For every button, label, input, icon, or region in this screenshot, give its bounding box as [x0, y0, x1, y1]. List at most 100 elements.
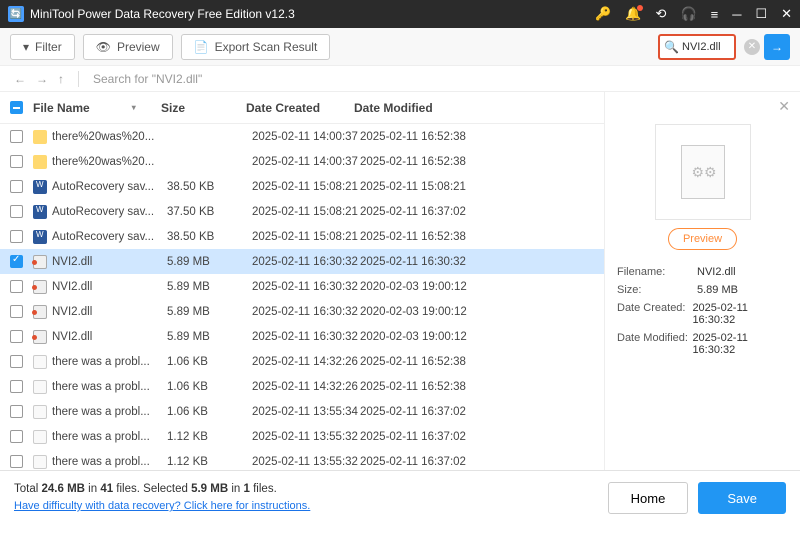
toolbar: ▾Filter 👁Preview 📄Export Scan Result 🔍 ✕…: [0, 28, 800, 66]
table-row[interactable]: AutoRecovery sav...38.50 KB2025-02-11 15…: [0, 174, 604, 199]
file-name: there was a probl...: [52, 381, 167, 393]
word-icon: [33, 205, 47, 219]
file-name: there was a probl...: [52, 406, 167, 418]
nav-up-icon[interactable]: ↑: [58, 72, 64, 86]
export-button[interactable]: 📄Export Scan Result: [181, 34, 331, 60]
row-checkbox[interactable]: [10, 305, 23, 318]
file-date-modified: 2025-02-11 16:52:38: [360, 156, 510, 168]
row-checkbox[interactable]: [10, 355, 23, 368]
export-icon: 📄: [194, 40, 209, 54]
close-icon[interactable]: ✕: [781, 6, 792, 22]
table-row[interactable]: NVI2.dll5.89 MB2025-02-11 16:30:322025-0…: [0, 249, 604, 274]
preview-file-button[interactable]: Preview: [668, 228, 737, 250]
table-row[interactable]: there was a probl...1.06 KB2025-02-11 14…: [0, 349, 604, 374]
col-date-created[interactable]: Date Created: [246, 101, 354, 115]
row-checkbox[interactable]: [10, 405, 23, 418]
close-preview-icon[interactable]: ✕: [778, 98, 790, 115]
file-date-modified: 2025-02-11 16:52:38: [360, 231, 510, 243]
select-all-checkbox[interactable]: [10, 101, 23, 114]
table-row[interactable]: AutoRecovery sav...38.50 KB2025-02-11 15…: [0, 224, 604, 249]
maximize-icon[interactable]: ☐: [755, 6, 767, 22]
meta-size-value: 5.89 MB: [697, 284, 738, 296]
help-link[interactable]: Have difficulty with data recovery? Clic…: [14, 500, 310, 512]
file-icon: [33, 355, 47, 369]
home-button[interactable]: Home: [608, 482, 689, 514]
table-row[interactable]: AutoRecovery sav...37.50 KB2025-02-11 15…: [0, 199, 604, 224]
file-name: AutoRecovery sav...: [52, 206, 167, 218]
file-size: 5.89 MB: [167, 256, 252, 268]
file-list: File Name▾ Size Date Created Date Modifi…: [0, 92, 605, 470]
clear-search-icon[interactable]: ✕: [744, 39, 760, 55]
file-size: 1.06 KB: [167, 381, 252, 393]
row-checkbox[interactable]: [10, 205, 23, 218]
file-date-modified: 2020-02-03 19:00:12: [360, 306, 510, 318]
file-icon: [33, 455, 47, 469]
file-name: there was a probl...: [52, 431, 167, 443]
dll-icon: [33, 330, 47, 344]
meta-filename-label: Filename:: [617, 266, 697, 278]
col-size[interactable]: Size: [161, 101, 246, 115]
save-button[interactable]: Save: [698, 482, 786, 514]
file-date-created: 2025-02-11 15:08:21: [252, 181, 360, 193]
sort-indicator-icon: ▾: [132, 103, 136, 112]
eye-icon: 👁: [96, 40, 111, 54]
row-checkbox[interactable]: [10, 330, 23, 343]
col-date-modified[interactable]: Date Modified: [354, 101, 504, 115]
file-size: 5.89 MB: [167, 331, 252, 343]
sync-icon[interactable]: ⟲: [656, 6, 667, 22]
minimize-icon[interactable]: ─: [732, 7, 741, 22]
table-row[interactable]: there was a probl...1.12 KB2025-02-11 13…: [0, 424, 604, 449]
row-checkbox[interactable]: [10, 430, 23, 443]
table-header: File Name▾ Size Date Created Date Modifi…: [0, 92, 604, 124]
table-row[interactable]: NVI2.dll5.89 MB2025-02-11 16:30:322020-0…: [0, 324, 604, 349]
row-checkbox[interactable]: [10, 455, 23, 468]
file-name: NVI2.dll: [52, 331, 167, 343]
row-checkbox[interactable]: [10, 155, 23, 168]
file-icon: [33, 380, 47, 394]
bell-icon[interactable]: 🔔: [625, 6, 641, 22]
nav-forward-icon[interactable]: →: [36, 72, 48, 86]
meta-dm-label: Date Modified:: [617, 332, 692, 356]
col-name[interactable]: File Name▾: [33, 101, 161, 115]
row-checkbox[interactable]: [10, 380, 23, 393]
file-date-created: 2025-02-11 16:30:32: [252, 256, 360, 268]
table-row[interactable]: there was a probl...1.12 KB2025-02-11 13…: [0, 449, 604, 470]
table-row[interactable]: NVI2.dll5.89 MB2025-02-11 16:30:322020-0…: [0, 299, 604, 324]
nav-back-icon[interactable]: ←: [14, 72, 26, 86]
file-size: 1.06 KB: [167, 356, 252, 368]
row-checkbox[interactable]: [10, 130, 23, 143]
search-input[interactable]: [682, 41, 730, 53]
file-date-modified: 2025-02-11 15:08:21: [360, 181, 510, 193]
table-row[interactable]: there was a probl...1.06 KB2025-02-11 14…: [0, 374, 604, 399]
table-row[interactable]: there was a probl...1.06 KB2025-02-11 13…: [0, 399, 604, 424]
headphones-icon[interactable]: 🎧: [680, 6, 696, 22]
table-row[interactable]: NVI2.dll5.89 MB2025-02-11 16:30:322020-0…: [0, 274, 604, 299]
menu-icon[interactable]: ≡: [711, 7, 719, 22]
key-icon[interactable]: 🔑: [595, 6, 611, 22]
dll-icon: [33, 305, 47, 319]
file-name: NVI2.dll: [52, 256, 167, 268]
dll-icon: [33, 280, 47, 294]
file-date-modified: 2025-02-11 16:37:02: [360, 431, 510, 443]
file-date-created: 2025-02-11 16:30:32: [252, 281, 360, 293]
table-row[interactable]: there%20was%20...2025-02-11 14:00:372025…: [0, 124, 604, 149]
file-date-created: 2025-02-11 13:55:34: [252, 406, 360, 418]
file-date-created: 2025-02-11 14:00:37: [252, 131, 360, 143]
file-date-modified: 2025-02-11 16:52:38: [360, 356, 510, 368]
row-checkbox[interactable]: [10, 255, 23, 268]
table-row[interactable]: there%20was%20...2025-02-11 14:00:372025…: [0, 149, 604, 174]
folder-icon: [33, 155, 47, 169]
filter-button[interactable]: ▾Filter: [10, 34, 75, 60]
row-checkbox[interactable]: [10, 230, 23, 243]
footer: Total 24.6 MB in 41 files. Selected 5.9 …: [0, 470, 800, 525]
preview-button[interactable]: 👁Preview: [83, 34, 173, 60]
table-body[interactable]: there%20was%20...2025-02-11 14:00:372025…: [0, 124, 604, 470]
footer-summary: Total 24.6 MB in 41 files. Selected 5.9 …: [14, 481, 310, 498]
file-icon: [33, 430, 47, 444]
file-name: there was a probl...: [52, 356, 167, 368]
breadcrumb-text: Search for "NVI2.dll": [93, 72, 202, 86]
search-go-button[interactable]: →: [764, 34, 790, 60]
row-checkbox[interactable]: [10, 280, 23, 293]
meta-size-label: Size:: [617, 284, 697, 296]
row-checkbox[interactable]: [10, 180, 23, 193]
